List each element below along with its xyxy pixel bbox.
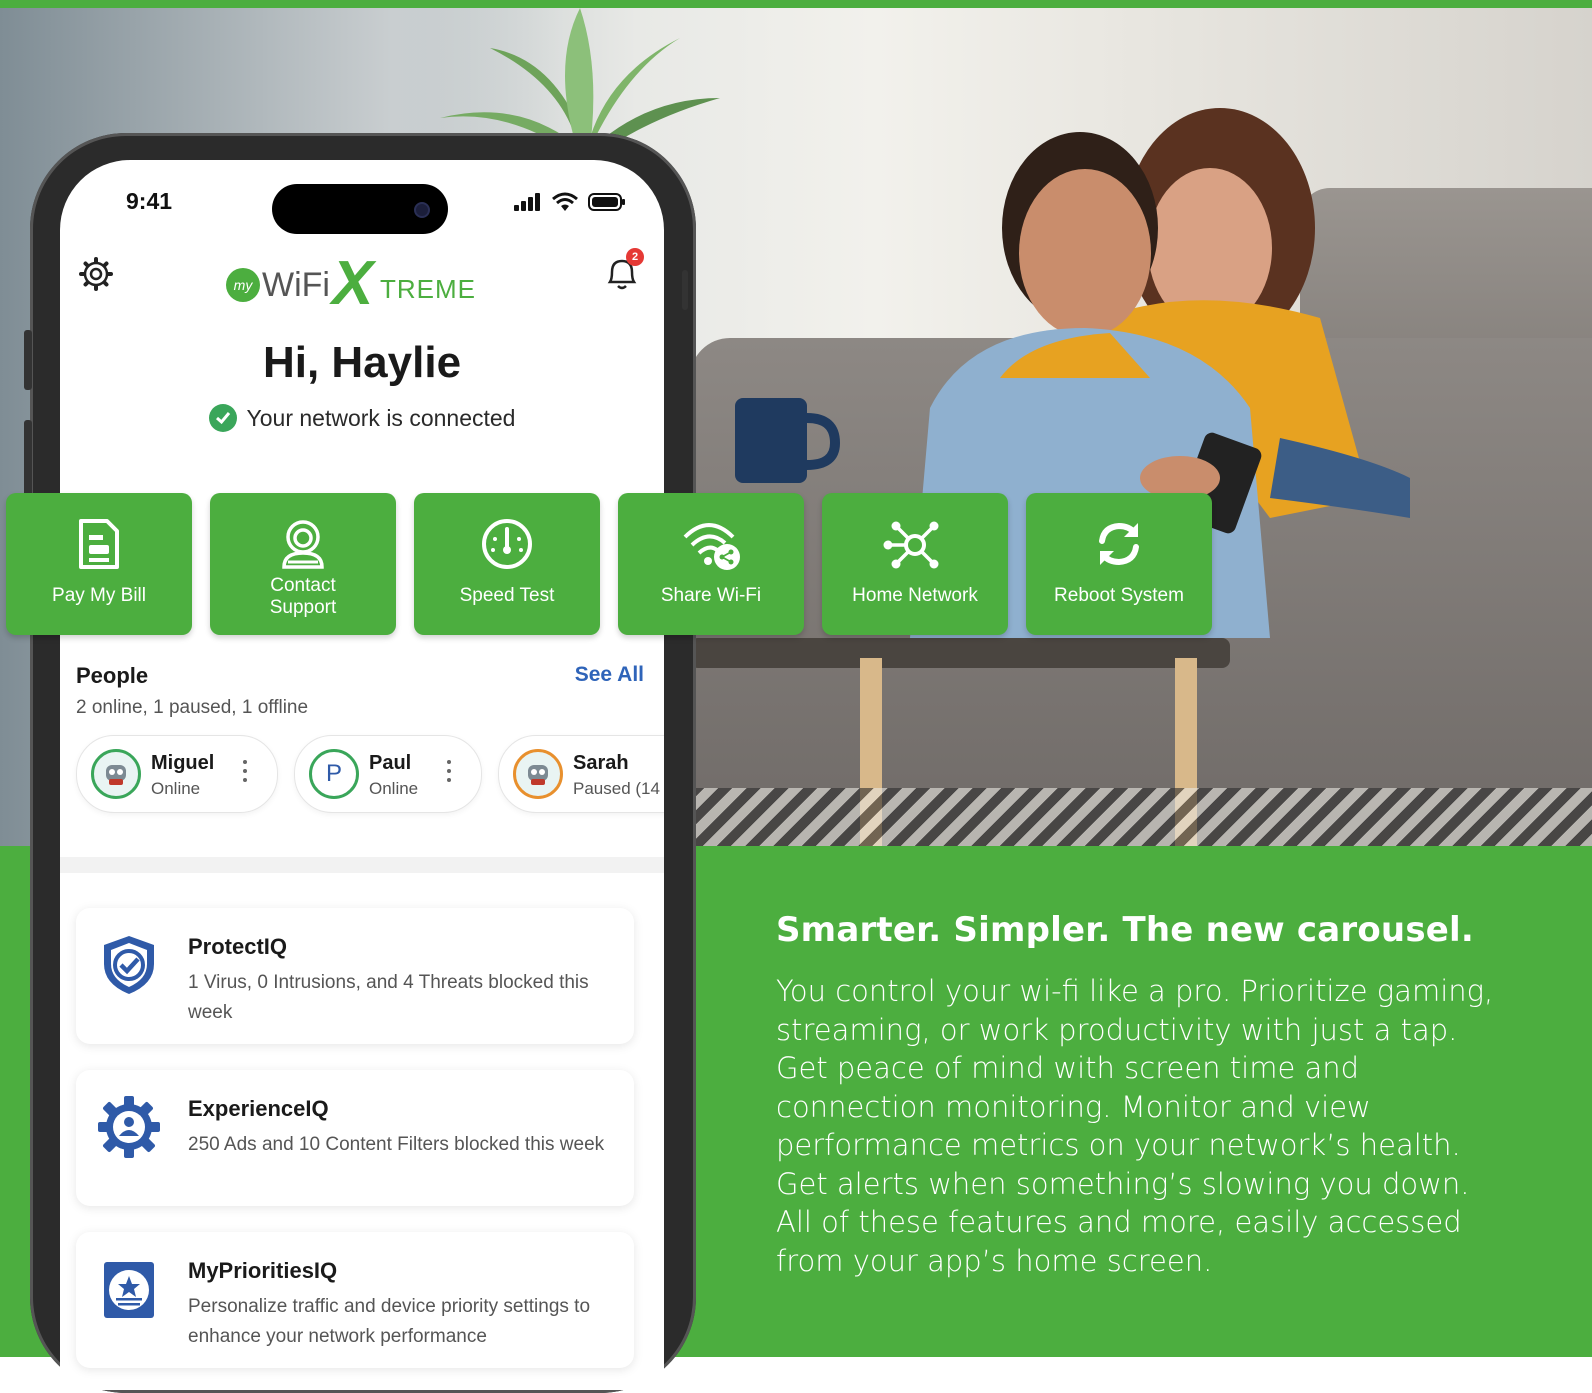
tile-label: Speed Test xyxy=(459,585,555,606)
battery-icon xyxy=(588,193,625,211)
reboot-system-button[interactable]: Reboot System xyxy=(1026,493,1212,635)
mypriorities-card[interactable]: MyPrioritiesIQ Personalize traffic and d… xyxy=(76,1232,634,1368)
logo-treme-text: TREME xyxy=(380,274,476,304)
wifi-icon xyxy=(552,192,578,211)
person-name: Paul xyxy=(369,752,412,774)
network-hub-icon xyxy=(883,521,939,569)
notifications-bell-icon[interactable]: 2 xyxy=(602,248,644,294)
app-screen: 9:41 my WiFi X TREME 2 Hi, Haylie Your n… xyxy=(60,160,664,1390)
logo-wifi-text: WiFi xyxy=(262,266,330,304)
tile-label: Home Network xyxy=(852,585,978,606)
people-summary: 2 online, 1 paused, 1 offline xyxy=(76,697,309,718)
speed-test-button[interactable]: Speed Test xyxy=(414,493,600,635)
tile-label-line: Support xyxy=(269,597,337,618)
card-description: Personalize traffic and device priority … xyxy=(188,1296,591,1347)
person-status: Paused (14 xyxy=(573,779,660,798)
initial-avatar: P xyxy=(309,749,359,799)
tile-label: Share Wi-Fi xyxy=(660,585,762,606)
tile-label-line: Contact xyxy=(270,575,336,596)
mug-image xyxy=(735,398,840,483)
more-options-icon[interactable] xyxy=(243,760,249,787)
phone-side-button xyxy=(682,270,688,310)
reboot-icon xyxy=(1099,522,1139,566)
greeting-heading: Hi, Haylie xyxy=(262,338,462,387)
person-chip-miguel[interactable]: Miguel Online xyxy=(76,735,278,813)
phone-side-button xyxy=(24,330,32,390)
card-title: ExperienceIQ xyxy=(188,1096,329,1121)
person-status: Online xyxy=(151,779,201,798)
coffee-table xyxy=(690,638,1230,668)
promo-title: Smarter. Simpler. The new carousel. xyxy=(776,910,1475,950)
status-icons xyxy=(514,192,626,212)
support-icon xyxy=(282,520,324,569)
robot-avatar-icon xyxy=(513,749,563,799)
logo-x-text: X xyxy=(332,249,374,318)
connection-status-text: Your network is connected xyxy=(246,404,516,431)
share-wifi-icon xyxy=(683,523,740,570)
person-name: Miguel xyxy=(151,752,215,774)
top-accent-bar xyxy=(0,0,1592,8)
experienceiq-card[interactable]: ExperienceIQ 250 Ads and 10 Content Filt… xyxy=(76,1070,634,1206)
section-divider xyxy=(60,857,664,873)
connection-status: Your network is connected xyxy=(60,404,664,432)
pay-my-bill-button[interactable]: Pay My Bill xyxy=(6,493,192,635)
home-network-button[interactable]: Home Network xyxy=(822,493,1008,635)
settings-gear-icon[interactable] xyxy=(78,256,114,292)
people-title: People xyxy=(76,663,149,688)
status-time: 9:41 xyxy=(126,188,173,214)
protectiq-card[interactable]: ProtectIQ 1 Virus, 0 Intrusions, and 4 T… xyxy=(76,908,634,1044)
logo-prefix: my xyxy=(233,277,253,293)
contact-support-button[interactable]: Contact Support xyxy=(210,493,396,635)
cellular-signal-icon xyxy=(514,193,540,211)
tile-label: Reboot System xyxy=(1054,585,1184,606)
share-wifi-button[interactable]: Share Wi-Fi xyxy=(618,493,804,635)
promo-body: You control your wi-fi like a pro. Prior… xyxy=(776,974,1494,1278)
priority-star-icon xyxy=(104,1262,154,1318)
person-name: Sarah xyxy=(573,752,629,774)
notification-badge: 2 xyxy=(626,248,644,266)
speedometer-icon xyxy=(482,519,532,569)
tile-label: Pay My Bill xyxy=(52,585,146,606)
dynamic-island xyxy=(272,184,448,234)
app-logo: my WiFi X TREME xyxy=(220,242,520,322)
bill-icon xyxy=(79,519,119,569)
robot-avatar-icon xyxy=(91,749,141,799)
card-description: 250 Ads and 10 Content Filters blocked t… xyxy=(188,1134,605,1155)
card-description: 1 Virus, 0 Intrusions, and 4 Threats blo… xyxy=(188,972,589,1023)
person-status: Online xyxy=(369,779,419,798)
people-section: People See All 2 online, 1 paused, 1 off… xyxy=(60,645,664,855)
card-title: ProtectIQ xyxy=(188,934,288,959)
see-all-link[interactable]: See All xyxy=(575,663,644,687)
shield-check-icon xyxy=(104,936,154,994)
check-circle-icon xyxy=(208,404,237,432)
rug xyxy=(690,788,1592,854)
more-options-icon[interactable] xyxy=(447,760,453,787)
person-chip-paul[interactable]: P Paul Online xyxy=(294,735,482,813)
tile-label: Contact Support xyxy=(210,575,396,619)
gear-user-icon xyxy=(98,1096,160,1158)
logo-my-badge: my xyxy=(226,268,260,302)
person-chip-sarah[interactable]: Sarah Paused (14 xyxy=(498,735,664,813)
card-title: MyPrioritiesIQ xyxy=(188,1258,338,1283)
